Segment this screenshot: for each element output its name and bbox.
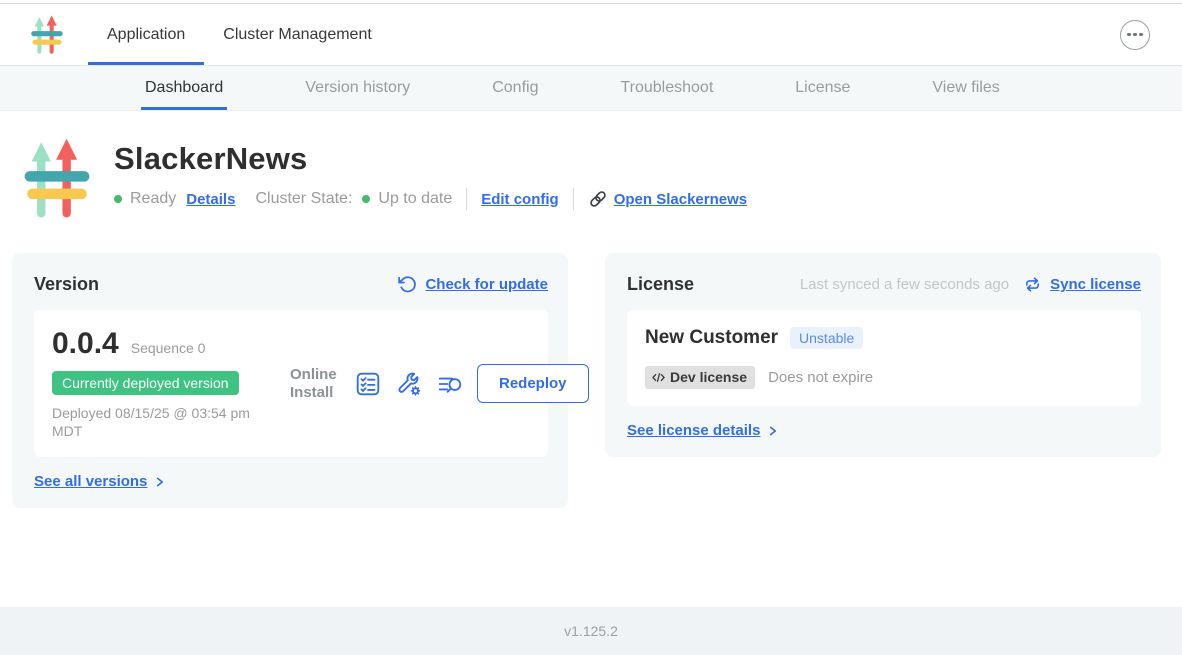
license-type-badge: Dev license [645, 366, 755, 389]
subnav-dashboard[interactable]: Dashboard [141, 66, 227, 110]
page-title: SlackerNews [114, 141, 747, 177]
see-all-versions-link[interactable]: See all versions [34, 473, 548, 490]
tab-cluster-management-label: Cluster Management [223, 26, 372, 44]
version-number: 0.0.4 [52, 327, 119, 361]
ready-status-dot [114, 195, 122, 203]
primary-tabs: Application Cluster Management [88, 4, 391, 65]
customer-name: New Customer [645, 327, 778, 349]
edit-config-link[interactable]: Edit config [481, 191, 559, 208]
ellipsis-icon [1127, 33, 1131, 37]
subnav-license[interactable]: License [791, 66, 854, 110]
app-header-bar: Application Cluster Management [0, 4, 1182, 65]
app-status-row: Ready Details Cluster State: Up to date … [114, 188, 747, 210]
sync-license-link[interactable]: Sync license [1023, 275, 1141, 294]
subnav-config[interactable]: Config [488, 66, 542, 110]
chevron-right-icon [767, 425, 778, 437]
lines-magnifier-icon [437, 371, 463, 397]
overflow-menu-button[interactable] [1120, 20, 1150, 50]
config-icon-button[interactable] [395, 370, 422, 397]
tab-application-label: Application [107, 26, 185, 44]
check-for-update[interactable]: Check for update [398, 275, 548, 294]
sync-arrows-icon [1023, 275, 1042, 294]
last-synced-label: Last synced a few seconds ago [800, 276, 1009, 293]
license-card-title: License [627, 274, 694, 295]
refresh-ccw-icon [398, 275, 417, 294]
install-type-label: Online Install [290, 366, 340, 402]
see-license-details-link[interactable]: See license details [627, 422, 1141, 439]
redeploy-button[interactable]: Redeploy [477, 364, 589, 403]
divider [573, 188, 574, 210]
version-card: Version Check for update 0.0.4 Sequence … [12, 253, 568, 508]
console-footer: v1.125.2 [0, 607, 1182, 655]
deploy-logs-icon-button[interactable] [436, 370, 463, 397]
subnav-view-files[interactable]: View files [928, 66, 1003, 110]
expiry-label: Does not expire [768, 369, 873, 386]
tab-cluster-management[interactable]: Cluster Management [204, 4, 391, 65]
wrench-gear-icon [396, 371, 422, 397]
sequence-label: Sequence 0 [131, 340, 206, 356]
deployed-status-badge: Currently deployed version [52, 371, 239, 395]
tab-application[interactable]: Application [88, 4, 204, 65]
cluster-state-dot [362, 195, 370, 203]
slackernews-logo-icon[interactable] [30, 14, 64, 56]
chain-link-icon [588, 189, 608, 209]
license-panel: New Customer Unstable Dev license Does n… [627, 310, 1141, 406]
subnav-version-history[interactable]: Version history [301, 66, 414, 110]
app-hero: SlackerNews Ready Details Cluster State:… [22, 137, 1182, 221]
details-link[interactable]: Details [186, 191, 235, 208]
license-card: License Last synced a few seconds ago Sy… [605, 253, 1161, 457]
cluster-state-label: Cluster State: [255, 190, 352, 208]
ready-status-label: Ready [130, 190, 176, 208]
cluster-state-value: Up to date [378, 190, 452, 208]
current-version-panel: 0.0.4 Sequence 0 Currently deployed vers… [34, 310, 548, 457]
app-subnav: Dashboard Version history Config Trouble… [0, 65, 1182, 111]
chevron-right-icon [154, 476, 165, 488]
preflight-checks-icon-button[interactable] [354, 370, 381, 397]
open-app-link[interactable]: Open Slackernews [588, 189, 747, 209]
channel-badge: Unstable [790, 327, 863, 349]
slackernews-app-logo [22, 137, 92, 221]
preflight-checklist-icon [355, 371, 381, 397]
code-brackets-icon [651, 371, 666, 384]
subnav-troubleshoot[interactable]: Troubleshoot [616, 66, 717, 110]
deployed-timestamp: Deployed 08/15/25 @ 03:54 pm MDT [52, 404, 272, 440]
version-card-title: Version [34, 274, 99, 295]
console-version-label: v1.125.2 [564, 623, 618, 639]
divider [466, 188, 467, 210]
